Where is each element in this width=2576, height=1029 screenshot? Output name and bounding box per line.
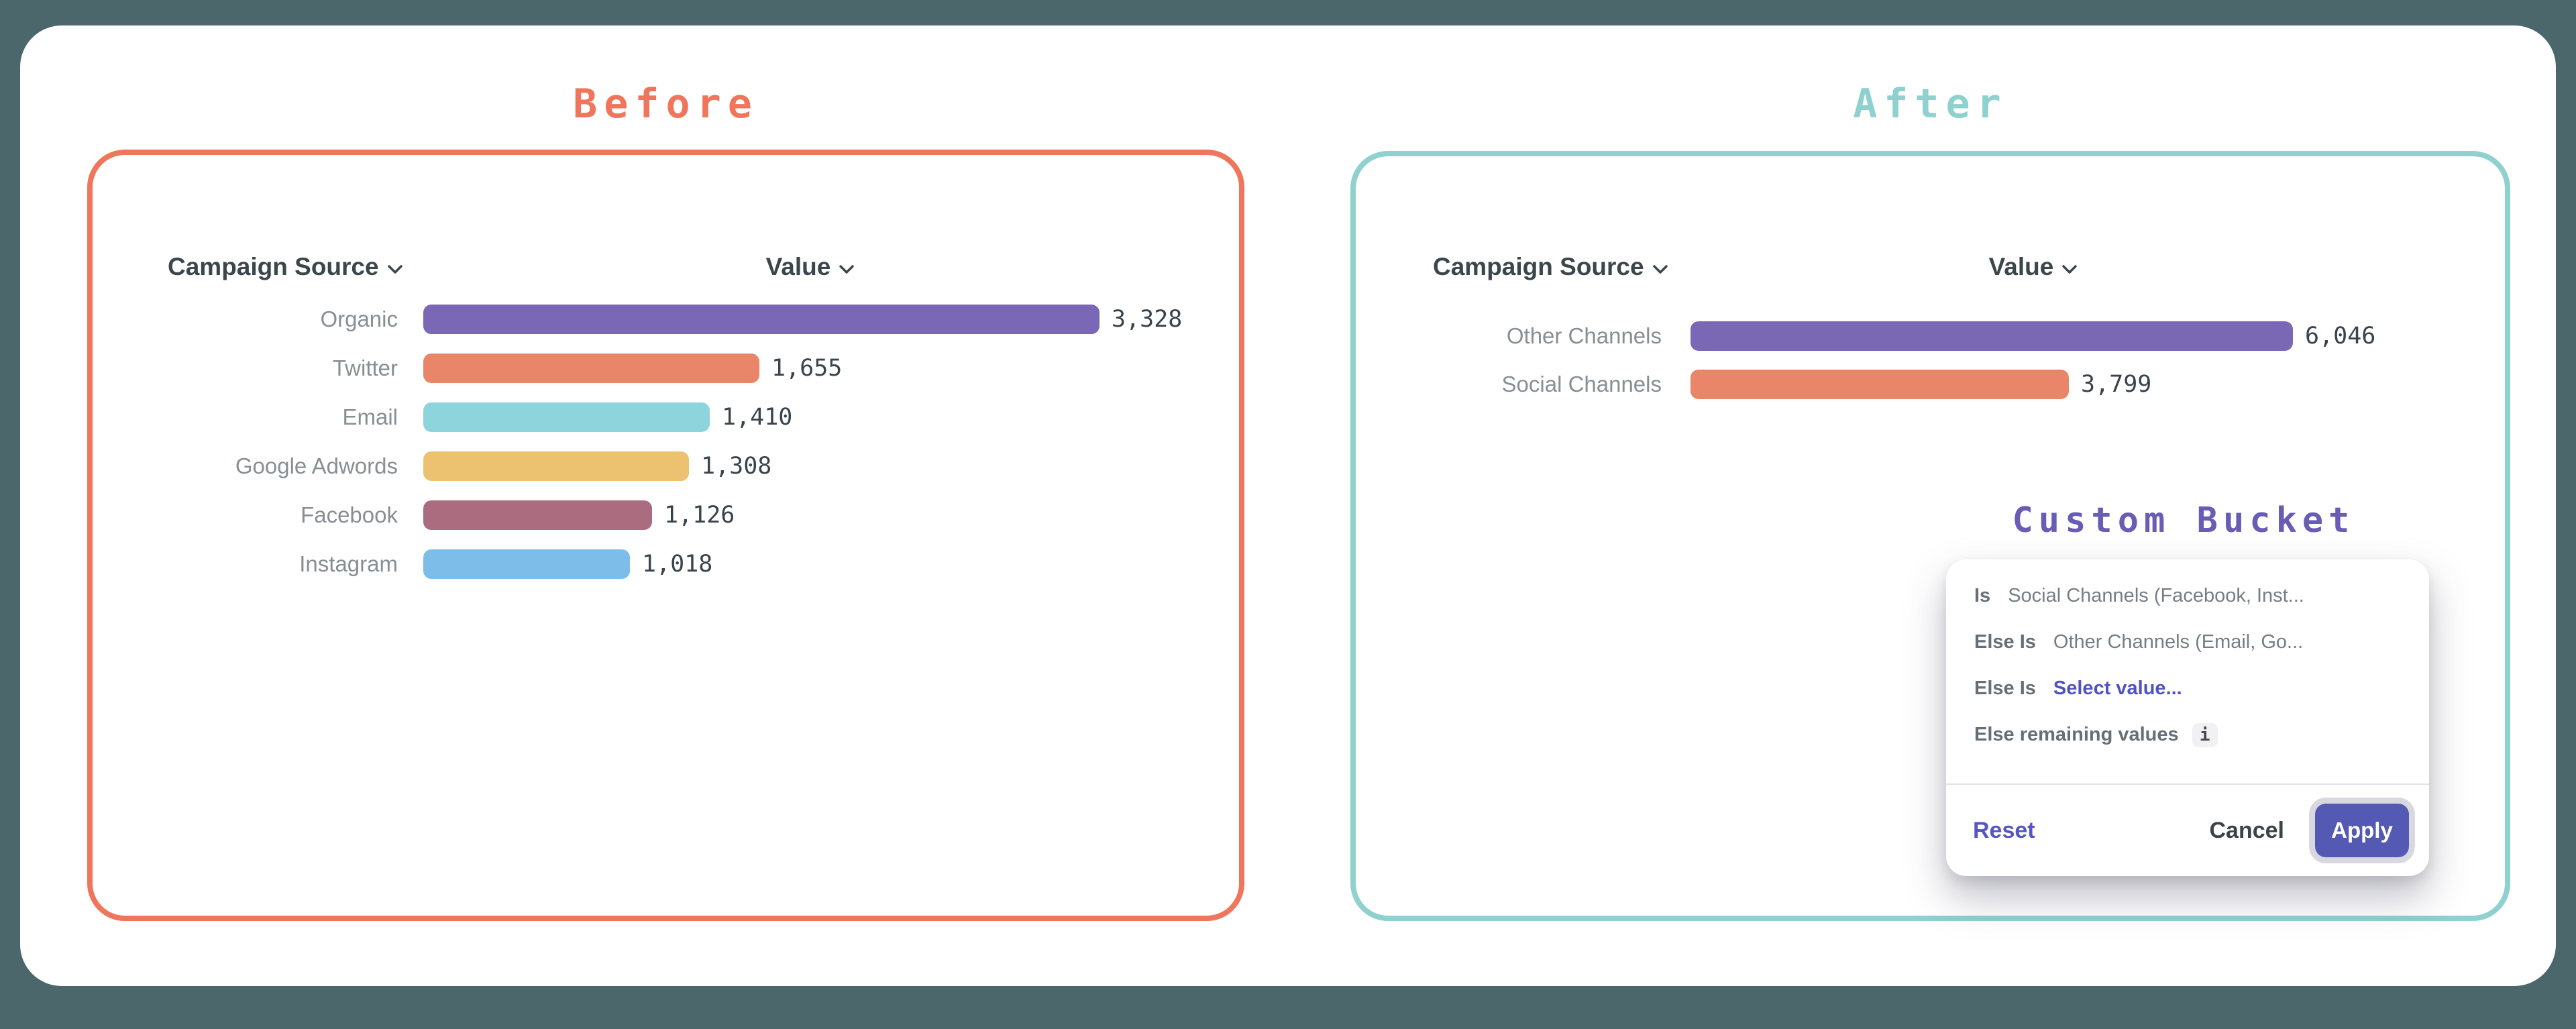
bar-value-label: 3,328 [1112, 306, 1182, 333]
bucket-condition-rows: Is Social Channels (Facebook, Inst... Else… [1974, 573, 2409, 758]
custom-bucket-dialog: Is Social Channels (Facebook, Inst... Else… [1946, 559, 2429, 876]
row-label: Other Channels [1356, 323, 1662, 349]
chevron-down-icon [839, 253, 855, 281]
table-row: Social Channels 3,799 [1356, 360, 2505, 409]
value-bar [423, 354, 759, 383]
table-row: Google Adwords 1,308 [93, 441, 1239, 490]
condition-value[interactable]: Social Channels (Facebook, Inst... [2008, 585, 2304, 607]
before-title: Before [87, 80, 1244, 127]
cancel-button[interactable]: Cancel [2206, 817, 2289, 845]
chevron-down-icon [2061, 253, 2078, 281]
before-value-header[interactable]: Value [737, 252, 884, 282]
row-label: Social Channels [1356, 372, 1662, 397]
bucket-condition-row: Else remaining values i [1974, 712, 2409, 758]
table-row: Twitter 1,655 [93, 343, 1239, 392]
bucket-condition-row: Else Is Select value... [1974, 665, 2409, 712]
apply-button[interactable]: Apply [2315, 804, 2409, 857]
after-source-header-label: Campaign Source [1433, 253, 1644, 281]
bar-value-label: 1,308 [701, 453, 771, 480]
before-chart-box: Campaign Source Value Organic 3,328 Twitte… [87, 150, 1244, 921]
bucket-condition-row: Is Social Channels (Facebook, Inst... [1974, 573, 2409, 619]
before-source-header-label: Campaign Source [168, 253, 379, 281]
value-bar [423, 500, 652, 530]
condition-value[interactable]: Other Channels (Email, Go... [2053, 631, 2303, 653]
before-value-header-label: Value [766, 253, 831, 281]
bar-value-label: 1,126 [664, 502, 735, 529]
table-row: Facebook 1,126 [93, 490, 1239, 539]
value-bar [423, 451, 689, 481]
after-title: After [1350, 80, 2510, 127]
value-bar [423, 402, 710, 432]
info-icon[interactable]: i [2192, 723, 2218, 747]
after-table-rows: Other Channels 6,046 Social Channels 3,799 [1356, 312, 2505, 409]
bar-value-label: 1,018 [642, 551, 712, 578]
condition-label: Else Is [1974, 678, 2036, 700]
row-label: Organic [93, 307, 398, 332]
value-bar [1690, 370, 2069, 399]
value-bar [423, 305, 1099, 334]
value-bar [423, 549, 630, 579]
before-table-rows: Organic 3,328 Twitter 1,655 Email 1,410 Google… [93, 294, 1239, 588]
table-row: Organic 3,328 [93, 294, 1239, 343]
condition-label: Is [1974, 585, 1990, 607]
chevron-down-icon [387, 253, 403, 281]
bar-value-label: 1,410 [722, 404, 792, 431]
condition-label: Else remaining values [1974, 724, 2179, 746]
table-row: Other Channels 6,046 [1356, 312, 2505, 360]
row-label: Twitter [93, 356, 398, 381]
after-value-header[interactable]: Value [1960, 252, 2107, 282]
table-row: Email 1,410 [93, 392, 1239, 441]
bar-value-label: 6,046 [2305, 323, 2375, 349]
select-value-link[interactable]: Select value... [2053, 678, 2182, 700]
main-panel: Before Campaign Source Value Organic 3,32… [20, 25, 2556, 986]
value-bar [1690, 321, 2293, 351]
reset-button[interactable]: Reset [1973, 818, 2035, 844]
after-source-header[interactable]: Campaign Source [1433, 252, 1668, 282]
after-value-header-label: Value [1989, 253, 2054, 281]
condition-label: Else Is [1974, 631, 2036, 653]
before-source-header[interactable]: Campaign Source [168, 252, 403, 282]
bar-value-label: 3,799 [2081, 371, 2151, 398]
row-label: Email [93, 404, 398, 430]
row-label: Instagram [93, 551, 398, 577]
row-label: Google Adwords [93, 453, 398, 479]
custom-bucket-title: Custom Bucket [2002, 500, 2365, 541]
bucket-dialog-footer: Reset Cancel Apply [1946, 783, 2429, 876]
bar-value-label: 1,655 [771, 355, 842, 382]
chevron-down-icon [1652, 253, 1668, 281]
row-label: Facebook [93, 502, 398, 528]
table-row: Instagram 1,018 [93, 539, 1239, 588]
bucket-condition-row: Else Is Other Channels (Email, Go... [1974, 619, 2409, 665]
